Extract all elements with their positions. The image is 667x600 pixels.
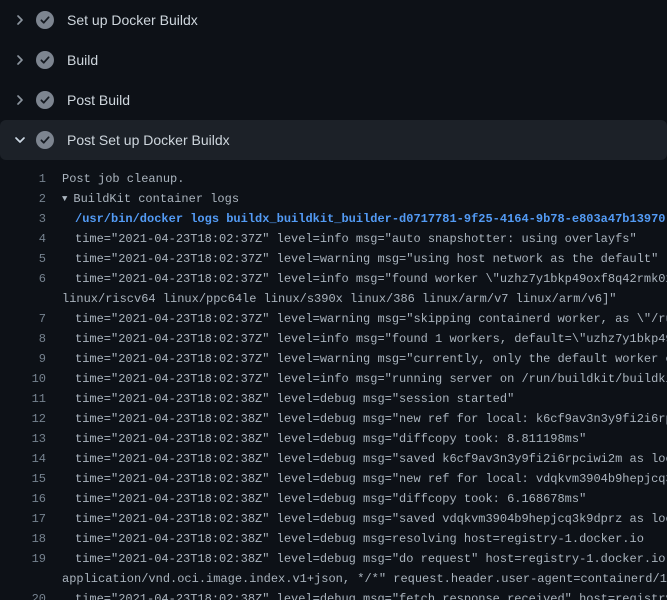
log-line: 20 time="2021-04-23T18:02:38Z" level=debu… (0, 589, 667, 600)
line-number[interactable]: 1 (0, 169, 46, 189)
line-number[interactable]: 12 (0, 409, 46, 429)
line-number[interactable]: 14 (0, 449, 46, 469)
log-text: linux/riscv64 linux/ppc64le linux/s390x … (62, 289, 617, 309)
chevron-right-icon (12, 52, 28, 68)
log-line: 13 time="2021-04-23T18:02:38Z" level=debu… (0, 429, 667, 449)
log-pane: 1 Post job cleanup. 2 ▼ BuildKit container … (0, 160, 667, 600)
log-text: time="2021-04-23T18:02:38Z" level=debug … (62, 549, 667, 569)
step-build[interactable]: Build (0, 40, 667, 80)
line-number[interactable]: 2 (0, 189, 46, 209)
log-line: 11 time="2021-04-23T18:02:38Z" level=debu… (0, 389, 667, 409)
log-text: time="2021-04-23T18:02:37Z" level=warnin… (62, 349, 667, 369)
log-text: time="2021-04-23T18:02:38Z" level=debug … (62, 429, 586, 449)
log-text: time="2021-04-23T18:02:38Z" level=debug … (62, 449, 667, 469)
chevron-right-icon (12, 12, 28, 28)
line-number[interactable]: 10 (0, 369, 46, 389)
check-circle-icon (36, 51, 54, 69)
chevron-down-icon (12, 132, 28, 148)
log-line: 9 time="2021-04-23T18:02:37Z" level=warni… (0, 349, 667, 369)
line-number[interactable]: 7 (0, 309, 46, 329)
log-text: time="2021-04-23T18:02:37Z" level=info m… (62, 369, 667, 389)
log-text: time="2021-04-23T18:02:38Z" level=debug … (62, 389, 514, 409)
log-text: time="2021-04-23T18:02:38Z" level=debug … (62, 529, 644, 549)
group-label: BuildKit container logs (73, 192, 239, 206)
log-text: time="2021-04-23T18:02:38Z" level=debug … (62, 469, 667, 489)
check-circle-icon (36, 131, 54, 149)
log-text: time="2021-04-23T18:02:38Z" level=debug … (62, 509, 667, 529)
log-text: application/vnd.oci.image.index.v1+json,… (62, 569, 667, 589)
line-number[interactable]: 5 (0, 249, 46, 269)
log-line: 10 time="2021-04-23T18:02:37Z" level=info… (0, 369, 667, 389)
triangle-down-icon: ▼ (62, 189, 67, 209)
line-number[interactable]: 16 (0, 489, 46, 509)
line-number[interactable]: 15 (0, 469, 46, 489)
step-label: Build (67, 52, 98, 68)
step-label: Post Set up Docker Buildx (67, 132, 230, 148)
log-text: time="2021-04-23T18:02:37Z" level=info m… (62, 229, 637, 249)
log-text: ▼ BuildKit container logs (62, 189, 239, 209)
line-number[interactable]: 13 (0, 429, 46, 449)
log-line: 4 time="2021-04-23T18:02:37Z" level=info … (0, 229, 667, 249)
step-label: Set up Docker Buildx (67, 12, 198, 28)
log-line: 17 time="2021-04-23T18:02:38Z" level=debu… (0, 509, 667, 529)
log-text: time="2021-04-23T18:02:37Z" level=info m… (62, 329, 667, 349)
log-line: 12 time="2021-04-23T18:02:38Z" level=debu… (0, 409, 667, 429)
log-line: 16 time="2021-04-23T18:02:38Z" level=debu… (0, 489, 667, 509)
log-line: 1 Post job cleanup. (0, 169, 667, 189)
step-label: Post Build (67, 92, 130, 108)
log-text: time="2021-04-23T18:02:37Z" level=warnin… (62, 249, 658, 269)
line-number[interactable]: 8 (0, 329, 46, 349)
chevron-right-icon (12, 92, 28, 108)
log-line: 19 time="2021-04-23T18:02:38Z" level=debu… (0, 549, 667, 569)
log-line-continuation: linux/riscv64 linux/ppc64le linux/s390x … (0, 289, 667, 309)
log-line: 18 time="2021-04-23T18:02:38Z" level=debu… (0, 529, 667, 549)
log-text: time="2021-04-23T18:02:38Z" level=debug … (62, 589, 667, 600)
log-text: time="2021-04-23T18:02:38Z" level=debug … (62, 409, 667, 429)
line-number[interactable]: 17 (0, 509, 46, 529)
log-group-toggle[interactable]: 2 ▼ BuildKit container logs (0, 189, 667, 209)
log-line: 5 time="2021-04-23T18:02:37Z" level=warni… (0, 249, 667, 269)
log-line: 15 time="2021-04-23T18:02:38Z" level=debu… (0, 469, 667, 489)
log-line: 7 time="2021-04-23T18:02:37Z" level=warni… (0, 309, 667, 329)
log-line: 8 time="2021-04-23T18:02:37Z" level=info … (0, 329, 667, 349)
line-number[interactable]: 4 (0, 229, 46, 249)
line-number[interactable]: 9 (0, 349, 46, 369)
log-line: 6 time="2021-04-23T18:02:37Z" level=info … (0, 269, 667, 289)
log-line-continuation: application/vnd.oci.image.index.v1+json,… (0, 569, 667, 589)
check-circle-icon (36, 11, 54, 29)
log-line: 14 time="2021-04-23T18:02:38Z" level=debu… (0, 449, 667, 469)
line-number (0, 289, 46, 309)
log-text: Post job cleanup. (62, 169, 184, 189)
line-number[interactable]: 3 (0, 209, 46, 229)
line-number[interactable]: 20 (0, 589, 46, 600)
line-number[interactable]: 11 (0, 389, 46, 409)
check-circle-icon (36, 91, 54, 109)
log-text: time="2021-04-23T18:02:37Z" level=warnin… (62, 309, 667, 329)
log-text: /usr/bin/docker logs buildx_buildkit_bui… (62, 209, 666, 229)
step-post-build[interactable]: Post Build (0, 80, 667, 120)
log-text: time="2021-04-23T18:02:38Z" level=debug … (62, 489, 586, 509)
log-line-command: 3/usr/bin/docker logs buildx_buildkit_bu… (0, 209, 667, 229)
log-text: time="2021-04-23T18:02:37Z" level=info m… (62, 269, 667, 289)
line-number[interactable]: 6 (0, 269, 46, 289)
line-number[interactable]: 18 (0, 529, 46, 549)
step-post-set-up-docker-buildx[interactable]: Post Set up Docker Buildx (0, 120, 667, 160)
step-list: Set up Docker Buildx Build Post Build (0, 0, 667, 160)
line-number (0, 569, 46, 589)
step-set-up-docker-buildx[interactable]: Set up Docker Buildx (0, 0, 667, 40)
line-number[interactable]: 19 (0, 549, 46, 569)
workflow-log-viewer: Set up Docker Buildx Build Post Build (0, 0, 667, 600)
